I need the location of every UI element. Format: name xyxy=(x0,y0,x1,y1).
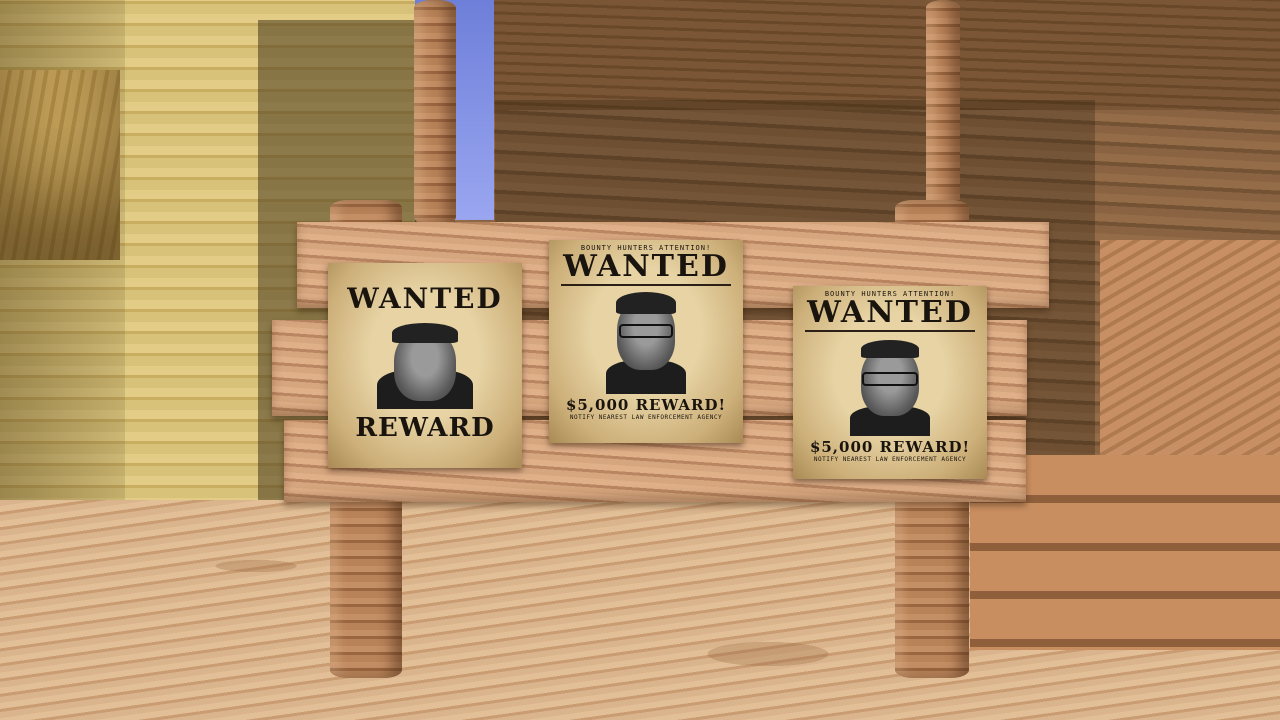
poster-notice: NOTIFY NEAREST LAW ENFORCEMENT AGENCY xyxy=(813,456,967,463)
poster-title: WANTED xyxy=(563,249,729,284)
poster-reward: $5,000 REWARD! xyxy=(565,396,727,414)
wanted-poster-2[interactable]: BOUNTY HUNTERS ATTENTION! WANTED $5,000 … xyxy=(549,240,743,443)
suspect-photo xyxy=(370,321,480,409)
poster-title: WANTED xyxy=(807,295,973,330)
porch-post-left xyxy=(414,0,456,225)
porch-roof xyxy=(455,0,1280,110)
poster-reward: REWARD xyxy=(355,413,495,443)
side-wall xyxy=(1100,240,1280,460)
suspect-photo xyxy=(591,290,701,394)
poster-reward: $5,000 REWARD! xyxy=(809,438,971,456)
porch-post-right xyxy=(926,0,960,210)
poster-notice: NOTIFY NEAREST LAW ENFORCEMENT AGENCY xyxy=(569,414,723,421)
left-building-window xyxy=(0,70,120,260)
poster-title: WANTED xyxy=(347,282,503,315)
wanted-poster-3[interactable]: BOUNTY HUNTERS ATTENTION! WANTED $5,000 … xyxy=(793,286,987,479)
suspect-photo xyxy=(835,336,945,436)
wanted-poster-1[interactable]: WANTED REWARD xyxy=(328,263,522,468)
